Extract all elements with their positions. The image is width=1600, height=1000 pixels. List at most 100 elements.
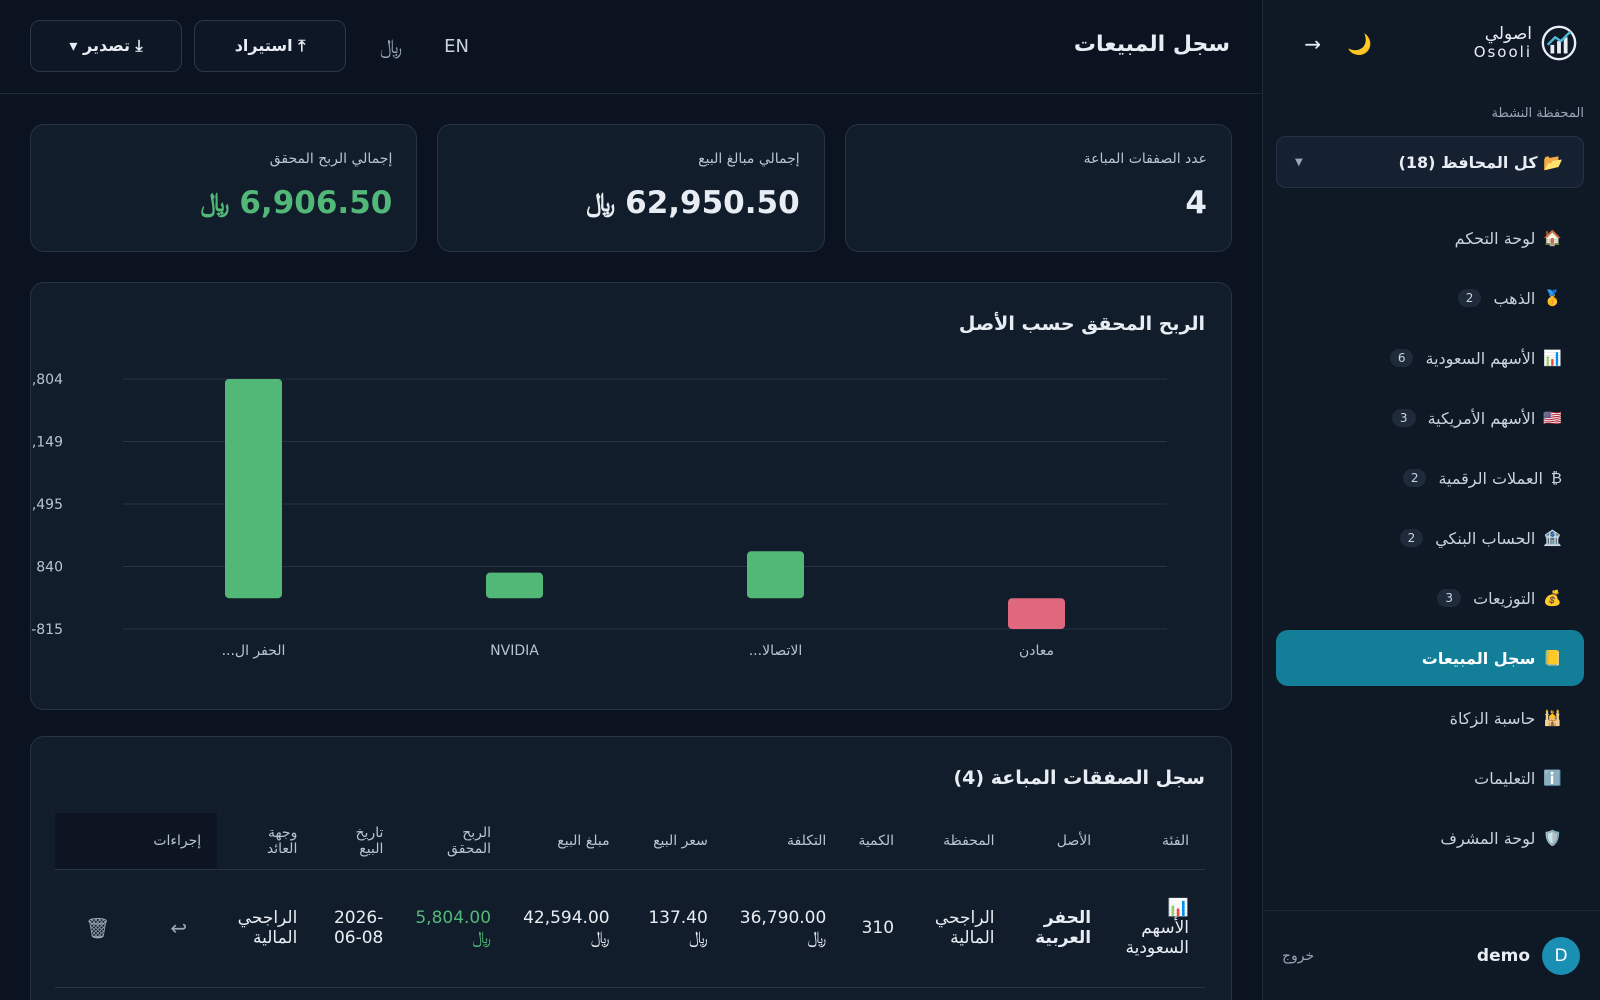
count-badge: 3 bbox=[1391, 409, 1416, 427]
sidebar-item-us-stocks[interactable]: 🇺🇸 الأسهم الأمريكية 3 bbox=[1276, 390, 1584, 446]
stat-value: 4 bbox=[870, 185, 1207, 221]
brand[interactable]: اصولي Osooli bbox=[1474, 24, 1578, 62]
column-header[interactable]: المحفظة bbox=[910, 813, 1011, 870]
sidebar-item-dashboard[interactable]: 🏠 لوحة التحكم bbox=[1276, 210, 1584, 266]
brand-name-ar: اصولي bbox=[1484, 24, 1532, 44]
sidebar-item-sales-log[interactable]: 📒 سجل المبيعات bbox=[1276, 630, 1584, 686]
bar[interactable] bbox=[1008, 598, 1065, 629]
header-actions: ▾ تصدير ⤓ استيراد ⤒ ﷼ EN bbox=[30, 20, 469, 72]
actions-cell: 🗑 bbox=[55, 869, 141, 988]
sidebar-item-help[interactable]: ℹ️ التعليمات bbox=[1276, 750, 1584, 806]
us-flag-icon: 🇺🇸 bbox=[1543, 409, 1562, 427]
column-header[interactable]: وجهة العائد bbox=[217, 813, 314, 870]
stat-card-total-sales: إجمالي مبالغ البيع 62,950.50 ﷼ bbox=[437, 124, 825, 252]
medal-icon: 🥇 bbox=[1543, 289, 1562, 307]
count-badge: 3 bbox=[1437, 589, 1462, 607]
actions-cell: ↩ bbox=[140, 869, 218, 988]
stat-number: 62,950.50 bbox=[625, 185, 800, 221]
sales-table: الفئة الأصل المحفظة الكمية التكلفة سعر ا… bbox=[55, 813, 1205, 988]
info-icon: ℹ️ bbox=[1543, 769, 1562, 787]
brand-logo-icon bbox=[1541, 25, 1577, 61]
riyal-currency-icon: ﷼ bbox=[200, 187, 230, 218]
export-button[interactable]: ▾ تصدير ⤓ bbox=[30, 20, 182, 72]
portfolio-select[interactable]: 📂 كل المحافظ (18) ▼ bbox=[1276, 136, 1584, 188]
count-badge: 2 bbox=[1399, 529, 1424, 547]
undo-sale-icon[interactable]: ↩ bbox=[170, 916, 187, 940]
sidebar-item-label: العملات الرقمية bbox=[1438, 468, 1543, 488]
riyal-currency-icon: ﷼ bbox=[586, 187, 616, 218]
category-cell: 📊 الأسهم السعودية bbox=[1107, 869, 1205, 988]
brand-name-en: Osooli bbox=[1473, 43, 1532, 61]
sidebar-item-bank-account[interactable]: 🏦 الحساب البنكي 2 bbox=[1276, 510, 1584, 566]
ledger-icon: 📒 bbox=[1543, 649, 1562, 667]
sidebar-item-zakat-calculator[interactable]: 🕌 حاسبة الزكاة bbox=[1276, 690, 1584, 746]
table-header-row: الفئة الأصل المحفظة الكمية التكلفة سعر ا… bbox=[55, 813, 1205, 870]
bar[interactable] bbox=[486, 572, 543, 599]
table-title: سجل الصفقات المباعة (4) bbox=[953, 767, 1205, 789]
moon-icon[interactable]: 🌙 bbox=[1347, 32, 1372, 56]
bitcoin-icon: ₿ bbox=[1550, 469, 1562, 487]
sidebar-item-label: الحساب البنكي bbox=[1435, 528, 1536, 548]
y-tick-label: 840 bbox=[36, 559, 63, 575]
sidebar-item-dividends[interactable]: 💰 التوزيعات 3 bbox=[1276, 570, 1584, 626]
sidebar-item-saudi-stocks[interactable]: 📊 الأسهم السعودية 6 bbox=[1276, 330, 1584, 386]
column-header[interactable]: سعر البيع bbox=[625, 813, 724, 870]
column-header[interactable]: الأصل bbox=[1010, 813, 1108, 870]
stats-row: عدد الصفقات المباعة 4 إجمالي مبالغ البيع… bbox=[30, 124, 1232, 252]
sidebar-item-gold[interactable]: 🥇 الذهب 2 bbox=[1276, 270, 1584, 326]
sidebar-item-label: لوحة التحكم bbox=[1454, 228, 1536, 248]
asset-cell: الحفر العربية bbox=[1010, 869, 1108, 988]
column-header[interactable]: تاريخ البيع bbox=[313, 813, 400, 870]
riyal-currency-icon[interactable]: ﷼ bbox=[380, 34, 402, 58]
sidebar-item-crypto[interactable]: ₿ العملات الرقمية 2 bbox=[1276, 450, 1584, 506]
quantity-cell: 310 bbox=[842, 869, 911, 988]
column-header[interactable]: مبلغ البيع bbox=[507, 813, 626, 870]
sidebar-item-label: التعليمات bbox=[1474, 768, 1536, 788]
sell-date-cell: 2026-06-08 bbox=[313, 869, 400, 988]
logout-button[interactable]: خروج bbox=[1282, 948, 1314, 964]
stat-number: 6,906.50 bbox=[239, 185, 393, 221]
sidebar-item-admin[interactable]: 🛡️ لوحة المشرف bbox=[1276, 810, 1584, 866]
cost-cell: 36,790.00 ﷼ bbox=[723, 869, 843, 988]
column-header[interactable]: التكلفة bbox=[723, 813, 843, 870]
sell-amount-cell: 42,594.00 ﷼ bbox=[507, 869, 626, 988]
money-bag-icon: 💰 bbox=[1543, 589, 1562, 607]
home-icon: 🏠 bbox=[1543, 229, 1562, 247]
user-bar: D demo خروج bbox=[1262, 910, 1600, 1000]
count-badge: 2 bbox=[1457, 289, 1482, 307]
column-header[interactable]: الكمية bbox=[842, 813, 911, 870]
sidebar-item-label: لوحة المشرف bbox=[1440, 828, 1536, 848]
profit-bar-chart: 5,804 4,149 2,495 840 815- الحفر ال... NVIDIA ا… bbox=[31, 372, 1167, 659]
stat-label: إجمالي مبالغ البيع bbox=[698, 151, 800, 167]
import-button[interactable]: استيراد ⤒ bbox=[194, 20, 346, 72]
sidebar-item-label: الذهب bbox=[1493, 288, 1536, 308]
trash-icon[interactable]: 🗑 bbox=[85, 916, 110, 940]
destination-cell: الراجحي المالية bbox=[217, 869, 314, 988]
mosque-icon: 🕌 bbox=[1543, 709, 1562, 727]
bar[interactable] bbox=[225, 379, 282, 599]
column-header[interactable]: الربح المحقق bbox=[399, 813, 508, 870]
stat-label: عدد الصفقات المباعة bbox=[1083, 151, 1207, 167]
language-toggle-button[interactable]: EN bbox=[444, 36, 469, 57]
sidebar-item-label: الأسهم الأمريكية bbox=[1427, 408, 1536, 428]
stat-card-sold-count: عدد الصفقات المباعة 4 bbox=[844, 124, 1232, 252]
page-title: سجل المبيعات bbox=[1073, 32, 1230, 57]
y-tick-label: 5,804 bbox=[31, 372, 63, 388]
y-tick-label: 2,495 bbox=[31, 497, 63, 513]
chevron-down-icon: ▼ bbox=[1295, 156, 1303, 168]
stat-card-realized-profit: إجمالي الربح المحقق 6,906.50 ﷼ bbox=[30, 124, 418, 252]
user-info[interactable]: D demo bbox=[1477, 936, 1580, 975]
avatar: D bbox=[1542, 936, 1580, 975]
collapse-arrow-icon[interactable]: → bbox=[1304, 32, 1321, 56]
main-content: سجل المبيعات ▾ تصدير ⤓ استيراد ⤒ ﷼ EN عد… bbox=[0, 0, 1262, 1000]
column-header[interactable]: الفئة bbox=[1107, 813, 1205, 870]
profit-cell: 5,804.00 ﷼ bbox=[399, 869, 508, 988]
sell-price-cell: 137.40 ﷼ bbox=[625, 869, 724, 988]
bar[interactable] bbox=[747, 551, 804, 599]
active-portfolio-label: المحفظة النشطة bbox=[1491, 106, 1584, 121]
table-row: 📊 الأسهم السعودية الحفر العربية الراجحي … bbox=[55, 869, 1205, 988]
x-tick-label: NVIDIA bbox=[490, 643, 539, 659]
count-badge: 6 bbox=[1389, 349, 1414, 367]
y-tick-label: 4,149 bbox=[31, 435, 63, 451]
x-tick-label: الاتصالا... bbox=[749, 643, 803, 659]
